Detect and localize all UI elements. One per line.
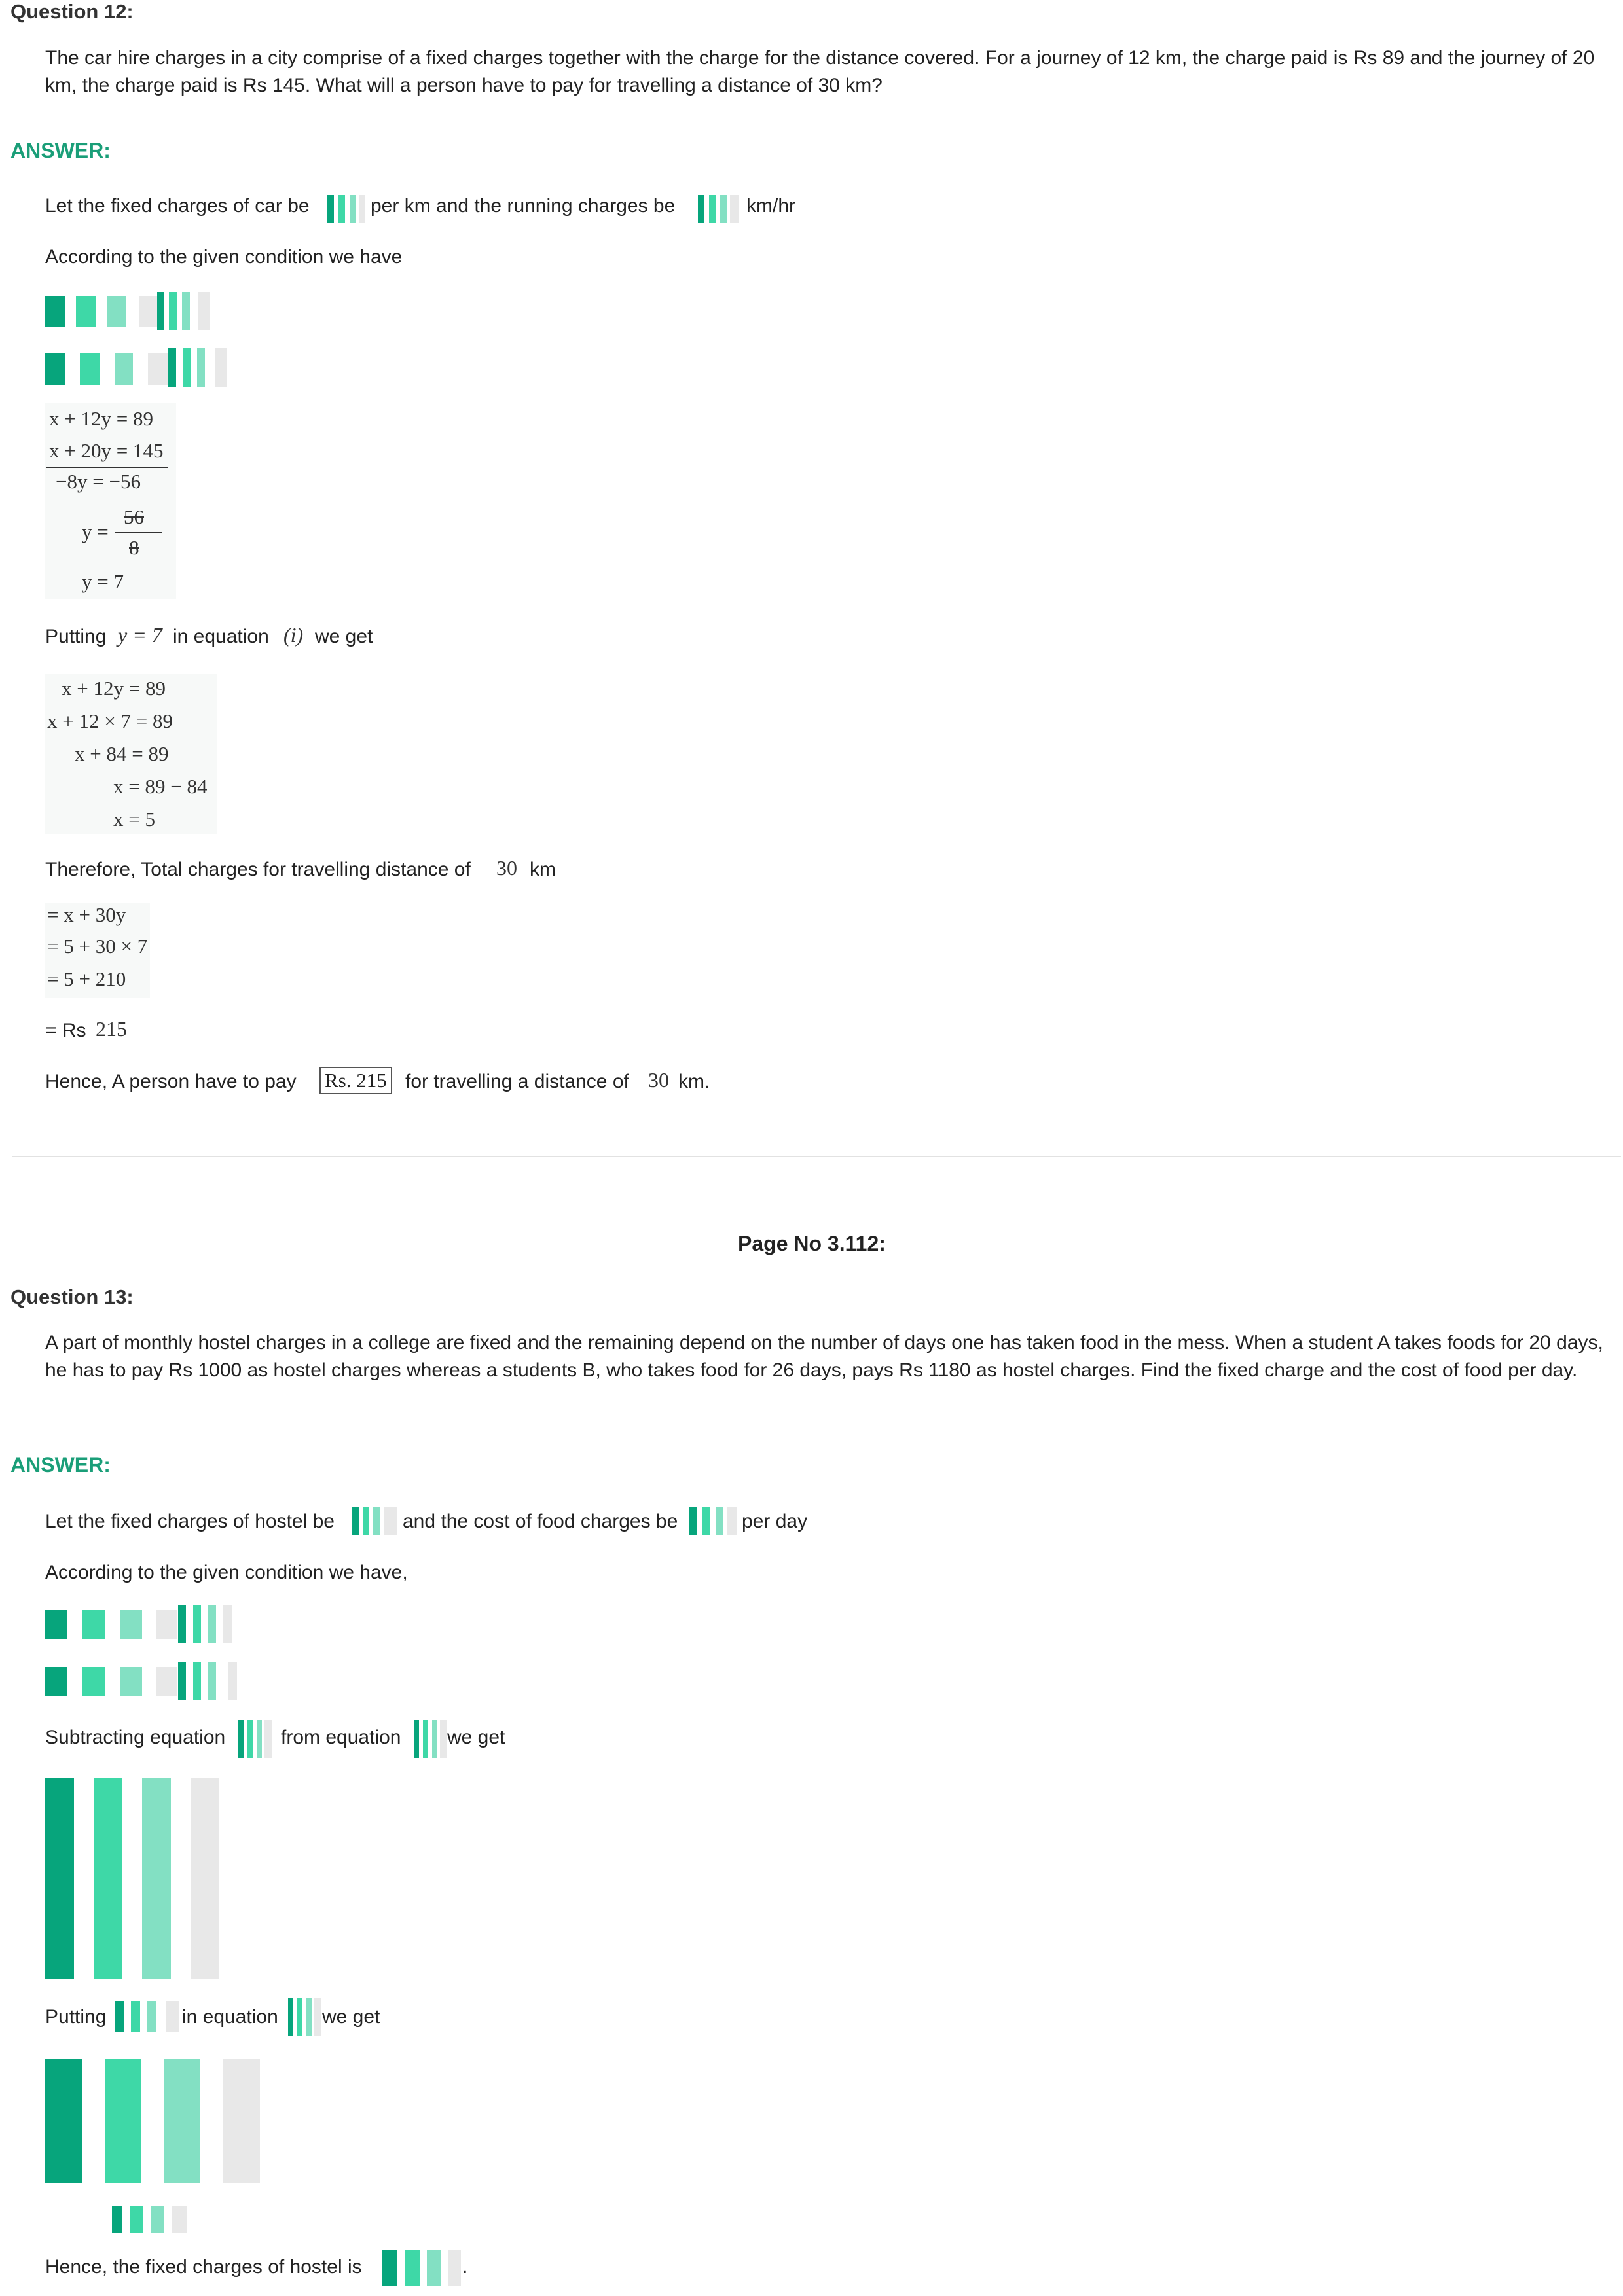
total-text-a: Therefore, Total charges for travelling … xyxy=(45,859,471,880)
total-line-2: = 5 + 30 × 7 xyxy=(47,935,148,958)
solve-line-3: x + 84 = 89 xyxy=(75,742,169,765)
put-text-c-13: we get xyxy=(322,2006,380,2028)
hence-text-c: km. xyxy=(678,1071,710,1092)
elim-line-5: y = 7 xyxy=(82,570,124,593)
question-13-title: Question 13: xyxy=(10,1285,134,1308)
putting-text-a: Putting xyxy=(45,626,107,647)
rs-text: = Rs xyxy=(45,1020,86,1041)
page-number: Page No 3.112: xyxy=(738,1232,886,1255)
subtracting-text-b: from equation xyxy=(281,1727,401,1748)
rs-num: 215 xyxy=(96,1017,127,1041)
elim-line-2: x + 20y = 145 xyxy=(49,439,164,462)
put-text-b-13: in equation xyxy=(182,2006,278,2028)
hence-num: 30 xyxy=(648,1068,669,1092)
fraction-bar xyxy=(115,532,162,533)
total-line-3: = 5 + 210 xyxy=(47,967,126,990)
answer-label-13: ANSWER: xyxy=(10,1453,111,1477)
solve-block: x + 12y = 89 x + 12 × 7 = 89 x + 84 = 89… xyxy=(45,674,217,834)
putting-text-b: in equation xyxy=(173,626,269,647)
let-text-a: Let the fixed charges of car be xyxy=(45,195,310,217)
hence-end-13: . xyxy=(462,2256,468,2278)
elim-den: 8 xyxy=(129,536,139,559)
section-divider xyxy=(12,1156,1621,1157)
solve-line-1: x + 12y = 89 xyxy=(62,677,166,700)
elimination-block: x + 12y = 89 x + 20y = 145 −8y = −56 y =… xyxy=(45,403,176,599)
condition-text: According to the given condition we have xyxy=(45,246,403,268)
question-12-text: The car hire charges in a city comprise … xyxy=(45,47,1595,96)
solve-line-2: x + 12 × 7 = 89 xyxy=(47,709,173,732)
answer-label-12: ANSWER: xyxy=(10,139,111,162)
putting-text-c: we get xyxy=(315,626,373,647)
elim-line-1: x + 12y = 89 xyxy=(49,407,153,430)
elim-y-eq: y = xyxy=(82,520,109,543)
put-text-a-13: Putting xyxy=(45,2006,107,2028)
let-text-c: km/hr xyxy=(746,195,795,217)
answer-box: Rs. 215 xyxy=(319,1067,392,1094)
elim-rule xyxy=(46,467,168,468)
let-text-c-13: per day xyxy=(742,1511,808,1532)
subtracting-text-c: we get xyxy=(447,1727,505,1748)
total-block: = x + 30y = 5 + 30 × 7 = 5 + 210 xyxy=(45,903,150,998)
question-13-text: A part of monthly hostel charges in a co… xyxy=(45,1332,1603,1381)
subtracting-text-a: Subtracting equation xyxy=(45,1727,226,1748)
let-text-b-13: and the cost of food charges be xyxy=(403,1511,678,1532)
total-line-1: = x + 30y xyxy=(47,903,126,926)
elim-num: 56 xyxy=(124,505,144,528)
hence-text-13: Hence, the fixed charges of hostel is xyxy=(45,2256,362,2278)
solve-line-4: x = 89 − 84 xyxy=(113,775,208,798)
putting-math: y = 7 xyxy=(118,623,162,647)
question-12-title: Question 12: xyxy=(10,0,134,23)
putting-eq-ref: (i) xyxy=(283,623,304,647)
total-num: 30 xyxy=(496,856,517,880)
let-text-a-13: Let the fixed charges of hostel be xyxy=(45,1511,335,1532)
solve-line-5: x = 5 xyxy=(113,808,155,831)
elim-line-3: −8y = −56 xyxy=(56,470,141,493)
total-text-b: km xyxy=(530,859,556,880)
hence-text-a: Hence, A person have to pay xyxy=(45,1071,297,1092)
hence-text-b: for travelling a distance of xyxy=(405,1071,629,1092)
condition-text-13: According to the given condition we have… xyxy=(45,1562,408,1583)
let-text-b: per km and the running charges be xyxy=(371,195,676,217)
